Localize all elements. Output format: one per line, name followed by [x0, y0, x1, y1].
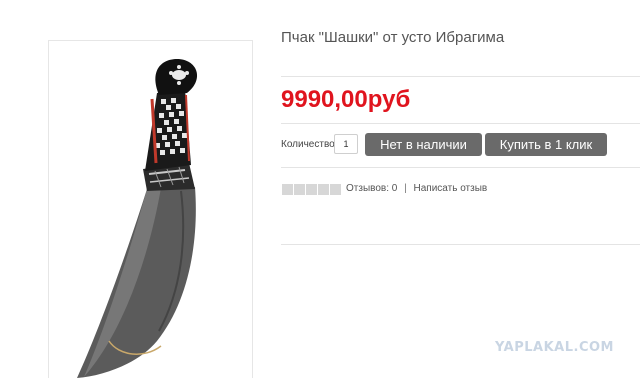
star-icon	[318, 184, 329, 195]
product-image-frame[interactable]	[48, 40, 253, 378]
star-icon	[306, 184, 317, 195]
product-title: Пчак "Шашки" от усто Ибрагима	[281, 29, 505, 46]
star-icon	[330, 184, 341, 195]
divider	[281, 76, 640, 77]
knife-image	[77, 59, 198, 378]
rating-stars	[282, 184, 341, 195]
write-review-link[interactable]: Написать отзыв	[414, 183, 488, 194]
buy-one-click-button[interactable]: Купить в 1 клик	[485, 133, 607, 156]
watermark: YAPLAKAL.COM	[495, 340, 614, 355]
reviews-separator: |	[404, 183, 407, 194]
star-icon	[294, 184, 305, 195]
reviews-bar: Отзывов: 0 | Написать отзыв	[346, 183, 487, 194]
quantity-label: Количество:	[281, 139, 338, 150]
divider	[281, 244, 640, 245]
divider	[281, 167, 640, 168]
divider	[281, 123, 640, 124]
reviews-count[interactable]: Отзывов: 0	[346, 183, 397, 194]
star-icon	[282, 184, 293, 195]
product-price: 9990,00руб	[281, 86, 411, 113]
out-of-stock-button[interactable]: Нет в наличии	[365, 133, 482, 156]
quantity-input[interactable]	[334, 134, 358, 154]
